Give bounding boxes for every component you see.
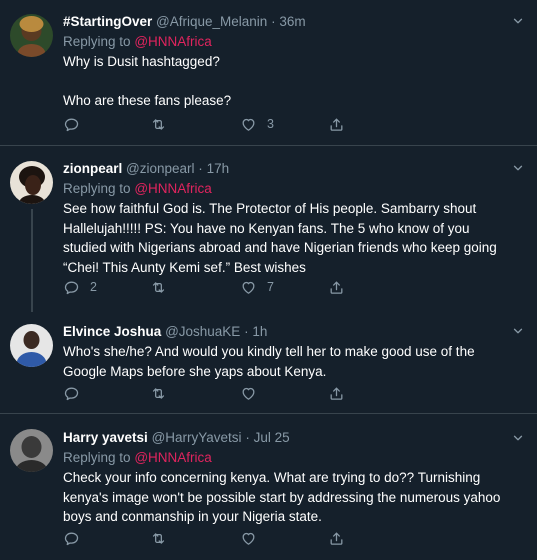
reply-icon — [63, 385, 80, 402]
reply-icon — [63, 116, 80, 133]
replying-to-label: Replying to — [63, 181, 131, 196]
chevron-down-icon[interactable] — [511, 324, 525, 338]
avatar[interactable] — [10, 429, 53, 472]
retweet-icon — [150, 385, 167, 402]
tweet-text: See how faithful God is. The Protector o… — [63, 201, 501, 275]
retweet-button[interactable] — [150, 277, 167, 297]
retweet-icon — [150, 116, 167, 133]
like-button[interactable]: 3 — [240, 114, 274, 134]
user-handle[interactable]: @Afrique_Melanin — [156, 14, 267, 29]
display-name[interactable]: #StartingOver — [63, 14, 152, 29]
tweet-text: Who's she/he? And would you kindly tell … — [63, 344, 479, 379]
reply-count: 2 — [90, 280, 97, 294]
retweet-button[interactable] — [150, 114, 167, 134]
avatar[interactable] — [10, 14, 53, 57]
avatar[interactable] — [10, 161, 53, 204]
separator-dot: · — [244, 324, 249, 339]
share-icon — [328, 116, 345, 133]
chevron-down-icon[interactable] — [511, 431, 525, 445]
timestamp[interactable]: 36m — [279, 14, 305, 29]
user-handle[interactable]: @JoshuaKE — [165, 324, 240, 339]
tweet-actions — [63, 383, 363, 403]
reply-button[interactable] — [63, 383, 80, 403]
tweet-header: zionpearl @zionpearl · 17h — [63, 159, 507, 179]
reply-button[interactable]: 2 — [63, 277, 97, 297]
chevron-down-icon[interactable] — [511, 14, 525, 28]
tweet-timeline: #StartingOver @Afrique_Melanin · 36m Rep… — [0, 0, 537, 560]
retweet-button[interactable] — [150, 528, 167, 548]
share-button[interactable] — [328, 528, 345, 548]
share-button[interactable] — [328, 277, 345, 297]
reply-button[interactable] — [63, 114, 80, 134]
thread-line — [31, 209, 33, 312]
timestamp[interactable]: 17h — [207, 161, 230, 176]
separator-dot: · — [245, 430, 250, 445]
like-count: 7 — [267, 280, 274, 294]
like-icon — [240, 279, 257, 296]
share-icon — [328, 279, 345, 296]
tweet-body: zionpearl @zionpearl · 17h Replying to @… — [63, 159, 507, 277]
like-icon — [240, 116, 257, 133]
tweet-actions: 2 7 — [63, 277, 363, 297]
mention-link[interactable]: @HNNAfrica — [134, 34, 211, 49]
share-button[interactable] — [328, 114, 345, 134]
avatar-image — [10, 161, 53, 204]
tweet-body: Elvince Joshua @JoshuaKE · 1h Who's she/… — [63, 322, 507, 381]
like-count: 3 — [267, 117, 274, 131]
mention-link[interactable]: @HNNAfrica — [134, 181, 211, 196]
tweet-actions — [63, 528, 363, 548]
share-icon — [328, 385, 345, 402]
like-icon — [240, 385, 257, 402]
tweet-text: Check your info concerning kenya. What a… — [63, 470, 505, 524]
replying-to: Replying to @HNNAfrica — [63, 32, 507, 52]
tweet[interactable]: #StartingOver @Afrique_Melanin · 36m Rep… — [0, 0, 537, 146]
retweet-icon — [150, 530, 167, 547]
share-icon — [328, 530, 345, 547]
tweet-header: Elvince Joshua @JoshuaKE · 1h — [63, 322, 507, 342]
user-handle[interactable]: @HarryYavetsi — [152, 430, 242, 445]
reply-button[interactable] — [63, 528, 80, 548]
separator-dot: · — [198, 161, 203, 176]
chevron-down-icon[interactable] — [511, 161, 525, 175]
user-handle[interactable]: @zionpearl — [126, 161, 195, 176]
replying-to-label: Replying to — [63, 450, 131, 465]
mention-link[interactable]: @HNNAfrica — [134, 450, 211, 465]
tweet[interactable]: Elvince Joshua @JoshuaKE · 1h Who's she/… — [0, 312, 537, 414]
retweet-icon — [150, 279, 167, 296]
tweet-text: Why is Dusit hashtagged? Who are these f… — [63, 54, 232, 108]
tweet-header: #StartingOver @Afrique_Melanin · 36m — [63, 12, 507, 32]
like-button[interactable]: 7 — [240, 277, 274, 297]
replying-to: Replying to @HNNAfrica — [63, 448, 507, 468]
avatar-image — [10, 14, 53, 57]
tweet[interactable]: zionpearl @zionpearl · 17h Replying to @… — [0, 147, 537, 312]
tweet-header: Harry yavetsi @HarryYavetsi · Jul 25 — [63, 428, 507, 448]
display-name[interactable]: zionpearl — [63, 161, 122, 176]
tweet-body: Harry yavetsi @HarryYavetsi · Jul 25 Rep… — [63, 428, 507, 527]
retweet-button[interactable] — [150, 383, 167, 403]
like-button[interactable] — [240, 528, 257, 548]
reply-icon — [63, 279, 80, 296]
display-name[interactable]: Elvince Joshua — [63, 324, 161, 339]
replying-to: Replying to @HNNAfrica — [63, 179, 507, 199]
separator-dot: · — [271, 14, 276, 29]
avatar-image — [10, 324, 53, 367]
timestamp[interactable]: 1h — [252, 324, 267, 339]
tweet[interactable]: Harry yavetsi @HarryYavetsi · Jul 25 Rep… — [0, 415, 537, 560]
reply-icon — [63, 530, 80, 547]
timestamp[interactable]: Jul 25 — [254, 430, 290, 445]
avatar[interactable] — [10, 324, 53, 367]
tweet-body: #StartingOver @Afrique_Melanin · 36m Rep… — [63, 12, 507, 111]
share-button[interactable] — [328, 383, 345, 403]
avatar-image — [10, 429, 53, 472]
replying-to-label: Replying to — [63, 34, 131, 49]
display-name[interactable]: Harry yavetsi — [63, 430, 148, 445]
tweet-actions: 3 — [63, 114, 363, 134]
like-icon — [240, 530, 257, 547]
like-button[interactable] — [240, 383, 257, 403]
